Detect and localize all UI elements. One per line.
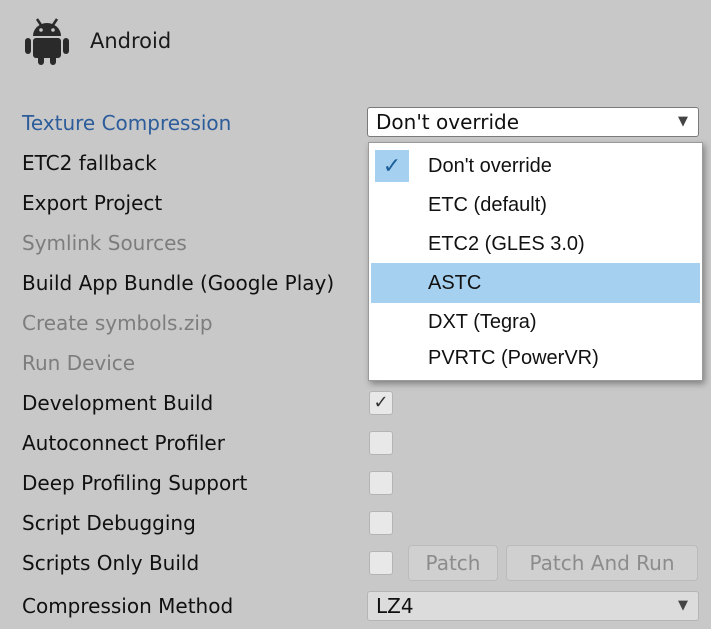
- autoconnect-profiler-label: Autoconnect Profiler: [22, 431, 225, 455]
- compression-method-value: LZ4: [376, 594, 414, 618]
- etc2-fallback-label: ETC2 fallback: [22, 151, 157, 175]
- menu-item-label: ETC (default): [428, 194, 547, 216]
- texture-compression-label: Texture Compression: [22, 111, 232, 135]
- deep-profiling-checkbox[interactable]: [369, 471, 393, 495]
- scripts-only-build-checkbox[interactable]: [369, 551, 393, 575]
- symlink-sources-label: Symlink Sources: [22, 231, 187, 255]
- android-icon: [25, 18, 69, 65]
- development-build-checkbox[interactable]: ✓: [369, 391, 393, 415]
- script-debugging-checkbox[interactable]: [369, 511, 393, 535]
- chevron-down-icon: ▼: [678, 114, 688, 129]
- build-app-bundle-label: Build App Bundle (Google Play): [22, 271, 335, 295]
- platform-title: Android: [90, 29, 172, 53]
- export-project-label: Export Project: [22, 191, 163, 215]
- menu-item-astc[interactable]: ASTC: [371, 263, 700, 303]
- create-symbols-label: Create symbols.zip: [22, 311, 213, 335]
- menu-item-etc[interactable]: ETC (default): [371, 185, 700, 225]
- menu-item-etc2[interactable]: ETC2 (GLES 3.0): [371, 224, 700, 264]
- platform-header: Android: [24, 16, 171, 66]
- texture-compression-menu: ✓ Don't override ETC (default) ETC2 (GLE…: [368, 142, 703, 381]
- menu-item-label: ASTC: [428, 272, 482, 294]
- development-build-label: Development Build: [22, 391, 214, 415]
- run-device-label: Run Device: [22, 351, 136, 375]
- menu-item-label: PVRTC (PowerVR): [428, 347, 599, 369]
- menu-item-label: DXT (Tegra): [428, 311, 537, 333]
- menu-item-dxt[interactable]: DXT (Tegra): [371, 302, 700, 342]
- chevron-down-icon: ▼: [678, 598, 688, 613]
- menu-item-label: Don't override: [428, 155, 552, 177]
- scripts-only-build-label: Scripts Only Build: [22, 551, 200, 575]
- autoconnect-profiler-checkbox[interactable]: [369, 431, 393, 455]
- patch-button[interactable]: Patch: [408, 545, 498, 581]
- patch-and-run-button[interactable]: Patch And Run: [506, 545, 698, 581]
- compression-method-dropdown[interactable]: LZ4 ▼: [367, 591, 699, 621]
- compression-method-label: Compression Method: [22, 594, 234, 618]
- script-debugging-label: Script Debugging: [22, 511, 196, 535]
- menu-item-dont-override[interactable]: ✓ Don't override: [371, 146, 700, 186]
- texture-compression-dropdown[interactable]: Don't override ▼: [367, 107, 699, 137]
- deep-profiling-label: Deep Profiling Support: [22, 471, 248, 495]
- menu-item-pvrtc[interactable]: PVRTC (PowerVR): [371, 338, 700, 378]
- check-icon: ✓: [375, 150, 409, 182]
- menu-item-label: ETC2 (GLES 3.0): [428, 233, 585, 255]
- texture-compression-value: Don't override: [376, 110, 520, 134]
- checkmark-icon: ✓: [373, 392, 389, 413]
